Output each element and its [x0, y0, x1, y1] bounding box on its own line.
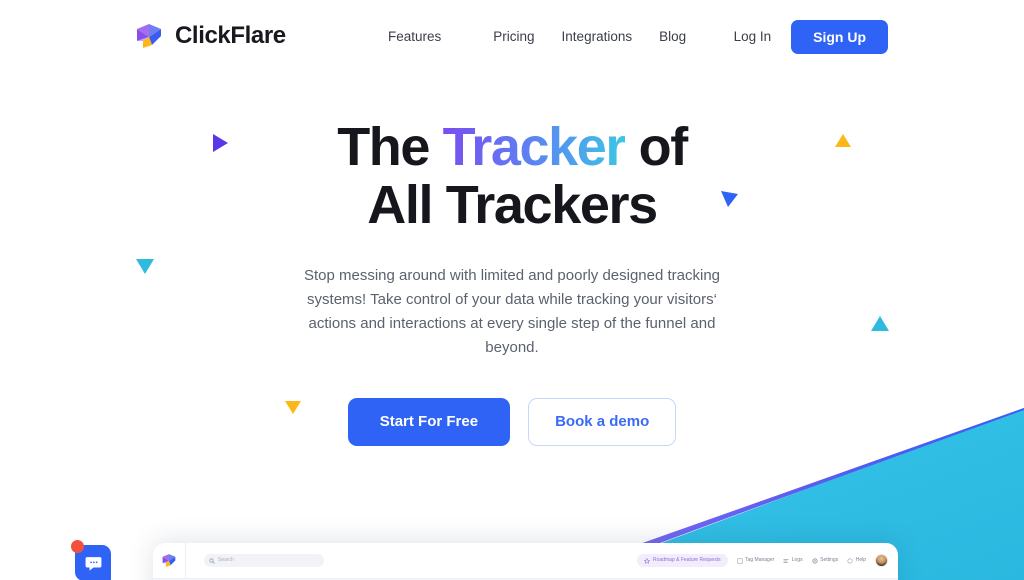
landing-page: ClickFlare Features Pricing Integrations… — [0, 0, 1024, 580]
dash-logs[interactable]: Logs — [783, 557, 803, 564]
dashboard-toolbar: Roadmap & Feature Requests Tag Manager L… — [637, 554, 888, 567]
dash-settings[interactable]: Settings — [812, 557, 839, 564]
page-title: The Tracker of All Trackers — [0, 118, 1024, 234]
notification-dot — [71, 540, 84, 553]
brand-name: ClickFlare — [175, 22, 286, 49]
help-circle-icon — [847, 557, 853, 564]
nav-item-features[interactable]: Features — [388, 28, 466, 46]
headline-line-1: The Tracker of — [337, 117, 689, 177]
gear-icon — [812, 557, 818, 564]
nav-item-integrations[interactable]: Integrations — [535, 28, 633, 46]
book-a-demo-button[interactable]: Book a demo — [528, 398, 677, 446]
avatar[interactable] — [875, 554, 888, 567]
nav-item-blog[interactable]: Blog — [632, 28, 686, 46]
clickflare-play-logo-icon — [137, 24, 161, 48]
headline-pre: The — [337, 117, 443, 177]
dashboard-logo-cell — [153, 543, 186, 579]
start-for-free-button[interactable]: Start For Free — [347, 398, 511, 446]
headline-line-2: All Trackers — [367, 175, 658, 235]
star-icon — [644, 557, 651, 564]
dash-help-label: Help — [855, 557, 866, 563]
headline-post: of — [625, 117, 689, 177]
nav-item-pricing[interactable]: Pricing — [466, 28, 534, 46]
dashboard-preview: Search Roadmap & Feature Requests Tag Ma… — [153, 543, 898, 580]
dashboard-topbar: Search Roadmap & Feature Requests Tag Ma… — [153, 543, 898, 579]
dash-roadmap-label: Roadmap & Feature Requests — [653, 557, 721, 563]
dash-settings-label: Settings — [820, 557, 839, 563]
signup-button[interactable]: Sign Up — [791, 20, 888, 54]
dash-roadmap-pill[interactable]: Roadmap & Feature Requests — [637, 554, 728, 567]
dash-tag-manager-label: Tag Manager — [745, 557, 775, 563]
chat-bubble-glyph-icon — [85, 556, 101, 571]
hero-subtext: Stop messing around with limited and poo… — [303, 267, 721, 356]
chat-widget[interactable] — [71, 540, 111, 580]
search-icon — [209, 557, 215, 564]
hero-section: The Tracker of All Trackers Stop messing… — [0, 118, 1024, 446]
tag-manager-icon — [737, 557, 743, 564]
main-nav: Features Pricing Integrations Blog — [388, 28, 686, 46]
dash-tag-manager[interactable]: Tag Manager — [737, 557, 775, 564]
hero-cta-row: Start For Free Book a demo — [0, 398, 1024, 446]
logs-icon — [783, 558, 789, 563]
dashboard-search-input[interactable]: Search — [204, 554, 324, 567]
login-link[interactable]: Log In — [734, 21, 772, 53]
headline-gradient-word: Tracker — [442, 117, 627, 177]
dashboard-search-placeholder: Search — [218, 557, 234, 563]
site-header: ClickFlare Features Pricing Integrations… — [0, 0, 1024, 74]
brand-logo-link[interactable]: ClickFlare — [134, 20, 286, 52]
clickflare-play-logo-icon — [162, 554, 175, 567]
dash-help[interactable]: Help — [847, 557, 866, 564]
dash-logs-label: Logs — [791, 557, 803, 563]
auth-actions: Log In Sign Up — [734, 20, 888, 54]
